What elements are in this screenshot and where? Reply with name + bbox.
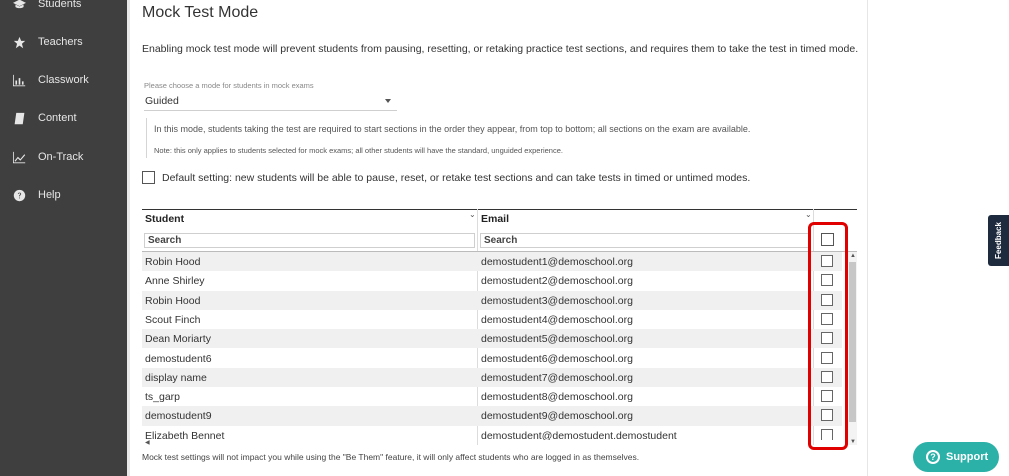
mock-test-checkbox[interactable] — [821, 390, 833, 403]
email-cell: demostudent6@demoschool.org — [481, 352, 633, 365]
table-row: demostudent9 demostudent9@demoschool.org — [142, 406, 842, 426]
mock-test-checkbox[interactable] — [821, 409, 833, 422]
student-name-cell: Scout Finch — [145, 313, 201, 326]
support-button[interactable]: ? Support — [913, 442, 999, 472]
email-cell: demostudent@demostudent.demostudent — [481, 429, 677, 440]
table-row: demostudent6 demostudent6@demoschool.org — [142, 349, 842, 368]
email-cell: demostudent8@demoschool.org — [481, 391, 633, 404]
support-label: Support — [946, 451, 989, 463]
table-row: Dean Moriarty demostudent5@demoschool.org — [142, 329, 842, 349]
mock-test-checkbox[interactable] — [821, 370, 833, 383]
footer-note: Mock test settings will not impact you w… — [142, 452, 640, 462]
sidebar-item-on-track[interactable]: On-Track — [0, 144, 127, 170]
select-all-checkbox[interactable] — [821, 233, 834, 246]
vertical-scrollbar[interactable]: ▲ ▼ — [848, 252, 857, 445]
email-cell: demostudent9@demoschool.org — [481, 410, 633, 423]
table-row: display name demostudent7@demoschool.org — [142, 367, 842, 388]
student-name-cell: Robin Hood — [145, 256, 201, 268]
question-circle-icon — [12, 188, 26, 202]
graduation-cap-icon — [12, 0, 26, 11]
student-name-cell: ts_garp — [145, 391, 181, 404]
email-cell: demostudent3@demoschool.org — [481, 294, 633, 307]
sidebar-item-classwork[interactable]: Classwork — [0, 67, 127, 93]
student-name-cell: Robin Hood — [145, 294, 201, 307]
app-window: Students Teachers Classwork Content On-T… — [0, 0, 1009, 476]
table-top-border — [142, 209, 857, 210]
sort-chevron-icon[interactable]: ⌄ — [805, 210, 812, 219]
student-name-cell: Anne Shirley — [145, 275, 205, 288]
table-row: Elizabeth Bennet demostudent@demostudent.… — [142, 426, 842, 440]
scroll-left-arrow-icon[interactable]: ◀ — [145, 439, 150, 446]
student-name-cell: display name — [145, 371, 207, 384]
mode-select-label: Please choose a mode for students in moc… — [144, 81, 314, 90]
email-search-input[interactable] — [480, 233, 810, 248]
student-name-cell: demostudent6 — [145, 352, 212, 365]
scroll-down-arrow-icon[interactable]: ▼ — [850, 439, 856, 445]
email-cell: demostudent2@demoschool.org — [481, 275, 633, 288]
mock-test-checkbox[interactable] — [821, 428, 833, 440]
email-cell: demostudent4@demoschool.org — [481, 313, 633, 326]
sidebar-item-label: Teachers — [38, 36, 83, 48]
main-content: Mock Test Mode Enabling mock test mode w… — [130, 0, 867, 476]
mock-test-checkbox[interactable] — [821, 332, 833, 345]
table-row: Scout Finch demostudent4@demoschool.org — [142, 310, 842, 329]
caret-down-icon — [385, 99, 391, 103]
student-name-cell: Elizabeth Bennet — [145, 429, 225, 440]
email-cell: demostudent7@demoschool.org — [481, 371, 633, 384]
mode-select-value: Guided — [145, 95, 179, 107]
sidebar-item-label: Students — [38, 0, 82, 10]
column-header-student[interactable]: Student — [145, 213, 184, 225]
sidebar-item-label: Classwork — [38, 74, 89, 86]
students-table: Student ⌄ Email ⌄ Robin Hood demostudent1… — [142, 209, 857, 450]
default-setting-label: Default setting: new students will be ab… — [162, 171, 751, 184]
column-header-email[interactable]: Email — [481, 213, 509, 225]
student-name-cell: Dean Moriarty — [145, 333, 211, 346]
line-chart-icon — [12, 150, 26, 164]
table-body: Robin Hood demostudent1@demoschool.org Ann… — [142, 252, 857, 440]
sidebar-item-teachers[interactable]: Teachers — [0, 29, 127, 55]
star-icon — [12, 35, 26, 49]
mode-info-box: In this mode, students taking the test a… — [146, 118, 776, 158]
table-row: Robin Hood demostudent1@demoschool.org — [142, 252, 842, 272]
mock-test-checkbox[interactable] — [821, 255, 833, 267]
sidebar-item-help[interactable]: Help — [0, 182, 127, 208]
sidebar-item-label: On-Track — [38, 151, 84, 163]
book-icon — [12, 111, 26, 125]
feedback-label: Feedback — [994, 222, 1003, 259]
email-cell: demostudent1@demoschool.org — [481, 256, 633, 268]
scrollbar-thumb[interactable] — [849, 262, 856, 422]
sidebar-item-content[interactable]: Content — [0, 105, 127, 131]
mock-test-checkbox[interactable] — [821, 274, 833, 287]
mock-test-checkbox[interactable] — [821, 312, 833, 325]
mode-select[interactable]: Guided — [144, 92, 397, 111]
feedback-tab[interactable]: Feedback — [988, 215, 1009, 266]
sidebar: Students Teachers Classwork Content On-T… — [0, 0, 127, 476]
mock-test-checkbox[interactable] — [821, 351, 833, 364]
email-cell: demostudent5@demoschool.org — [481, 333, 633, 346]
student-search-input[interactable] — [144, 233, 475, 248]
sidebar-item-label: Content — [38, 112, 77, 124]
sidebar-item-students[interactable]: Students — [0, 0, 127, 17]
table-row: ts_garp demostudent8@demoschool.org — [142, 387, 842, 406]
mode-info-text: In this mode, students taking the test a… — [154, 124, 751, 134]
table-row: Robin Hood demostudent3@demoschool.org — [142, 290, 842, 310]
question-icon: ? — [926, 450, 940, 464]
bar-chart-icon — [12, 73, 26, 87]
mock-test-checkbox[interactable] — [821, 293, 833, 306]
scroll-up-arrow-icon[interactable]: ▲ — [850, 253, 856, 259]
sort-chevron-icon[interactable]: ⌄ — [469, 210, 476, 219]
student-name-cell: demostudent9 — [145, 410, 212, 423]
default-setting-row: Default setting: new students will be ab… — [142, 171, 750, 184]
default-setting-checkbox[interactable] — [142, 171, 155, 184]
page-description: Enabling mock test mode will prevent stu… — [142, 43, 859, 55]
table-row: Anne Shirley demostudent2@demoschool.org — [142, 271, 842, 290]
mode-info-note: Note: this only applies to students sele… — [154, 146, 563, 155]
page-title: Mock Test Mode — [142, 4, 259, 21]
sidebar-item-label: Help — [38, 189, 61, 201]
